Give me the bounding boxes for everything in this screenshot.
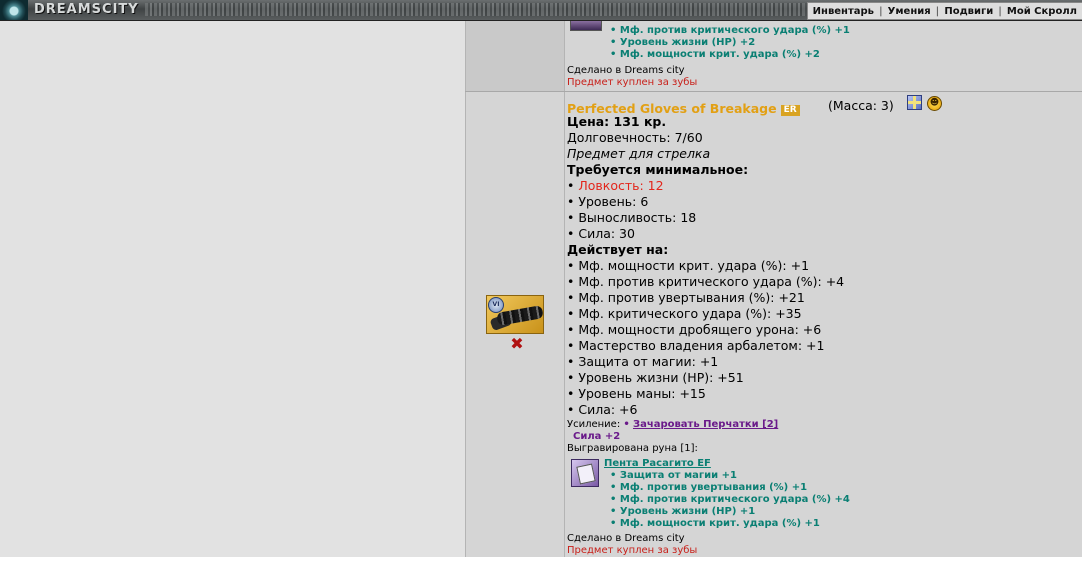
rune-label: Выгравирована руна [1]: <box>567 443 698 454</box>
rune-bonus: • Мф. против увертывания (%) +1 <box>610 482 808 493</box>
item-grade-badge: VI <box>488 297 504 313</box>
gift-icon[interactable] <box>907 95 922 110</box>
item-made-in: Сделано в Dreams city <box>567 533 685 544</box>
effect-line: • Уровень маны: +15 <box>567 386 706 401</box>
nav-my-scroll[interactable]: Мой Скролл <box>1002 6 1082 17</box>
requirement-line: • Сила: 30 <box>567 226 635 241</box>
left-pane <box>0 21 465 557</box>
effect-line: • Сила: +6 <box>567 402 638 417</box>
prev-bonus: • Уровень жизни (HP) +2 <box>610 37 756 48</box>
enchant-gloves-link[interactable]: Зачаровать Перчатки [2] <box>633 419 778 430</box>
top-bar: DREAMSCITY Инвентарь | Умения | Подвиги … <box>0 0 1082 21</box>
rune-bonus: • Мф. против критического удара (%) +4 <box>610 494 850 505</box>
teeth-currency-icon[interactable]: ☻ <box>927 96 942 111</box>
effects-header: Действует на: <box>567 242 669 257</box>
nav-achievements[interactable]: Подвиги <box>939 6 998 17</box>
item-class-note: Предмет для стрелка <box>567 146 711 161</box>
bottom-strip <box>0 557 1082 570</box>
nav-skills[interactable]: Умения <box>883 6 936 17</box>
item-mass: (Масса: 3) <box>828 98 894 113</box>
prev-rune-icon[interactable] <box>570 21 602 31</box>
prev-made-in: Сделано в Dreams city <box>567 65 685 76</box>
item-price: Цена: 131 кр. <box>567 114 667 129</box>
enhance-label: Усиление: <box>567 419 621 430</box>
effect-line: • Мастерство владения арбалетом: +1 <box>567 338 825 353</box>
delete-item-icon[interactable]: ✖ <box>509 336 525 352</box>
requirement-line: • Выносливость: 18 <box>567 210 697 225</box>
logo-emblem-icon[interactable] <box>0 0 28 20</box>
item-bought-note: Предмет куплен за зубы <box>567 545 698 556</box>
rune-icon[interactable] <box>571 459 599 487</box>
item-durability: Долговечность: 7/60 <box>567 130 703 145</box>
rune-bonus: • Мф. мощности крит. удара (%) +1 <box>610 518 820 529</box>
gloves-item-image[interactable]: VI <box>486 295 544 334</box>
prev-bought-note: Предмет куплен за зубы <box>567 77 698 88</box>
effect-line: • Мф. мощности дробящего урона: +6 <box>567 322 822 337</box>
effect-line: • Мф. против увертывания (%): +21 <box>567 290 805 305</box>
rune-bonus: • Уровень жизни (HP) +1 <box>610 506 756 517</box>
prev-bonus: • Мф. против критического удара (%) +1 <box>610 25 850 36</box>
item-stats: Цена: 131 кр. Долговечность: 7/60 Предме… <box>567 114 844 418</box>
effect-line: • Защита от магии: +1 <box>567 354 719 369</box>
requirement-line: • Уровень: 6 <box>567 194 649 209</box>
row-divider <box>465 91 1082 92</box>
nav-inventory[interactable]: Инвентарь <box>808 6 879 17</box>
effect-line: • Мф. против критического удара (%): +4 <box>567 274 845 289</box>
rune-name-link[interactable]: Пента Расагито EF <box>604 458 711 469</box>
prev-item-image-cell <box>466 21 564 91</box>
effect-line: • Уровень жизни (HP): +51 <box>567 370 744 385</box>
requirements-header: Требуется минимальное: <box>567 162 749 177</box>
effect-line: • Мф. критического удара (%): +35 <box>567 306 802 321</box>
enhance-row: Усиление: • Зачаровать Перчатки [2] <box>567 419 779 430</box>
enhance-bonus: Сила +2 <box>573 431 621 442</box>
requirement-line: • Ловкость: 12 <box>567 178 664 193</box>
rune-bonus: • Защита от магии +1 <box>610 470 737 481</box>
effect-line: • Мф. мощности крит. удара (%): +1 <box>567 258 810 273</box>
header-texture <box>145 3 815 16</box>
top-nav: Инвентарь | Умения | Подвиги | Мой Скрол… <box>806 2 1082 20</box>
prev-bonus: • Мф. мощности крит. удара (%) +2 <box>610 49 820 60</box>
logo-text[interactable]: DREAMSCITY <box>34 2 139 17</box>
